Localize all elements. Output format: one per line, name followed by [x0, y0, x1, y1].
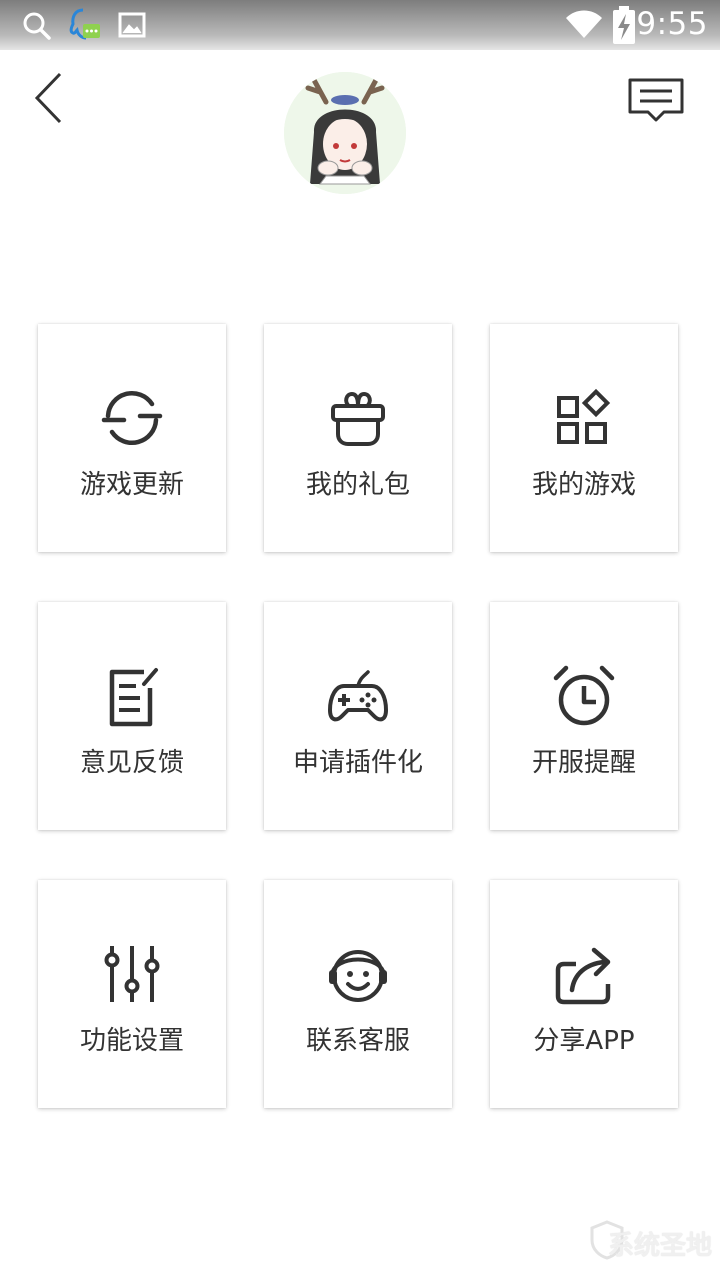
- user-avatar[interactable]: [284, 72, 406, 194]
- status-bar: 9:55: [0, 0, 720, 50]
- sliders-icon: [104, 946, 160, 1002]
- headset-icon: [329, 950, 387, 1002]
- feature-menu-grid: 游戏更新 我的礼包 我的游戏 意见反馈 申请插件化 开服提醒 功能设置 联系客服…: [38, 324, 682, 1108]
- message-button[interactable]: [624, 74, 688, 126]
- menu-item-label: 我的游戏: [531, 470, 636, 500]
- gamepad-icon: [328, 670, 388, 722]
- menu-item-label: 申请插件化: [292, 748, 423, 778]
- menu-item-share-app[interactable]: 分享APP: [490, 880, 678, 1108]
- message-icon: [628, 78, 684, 122]
- menu-item-apply-plugin[interactable]: 申请插件化: [264, 602, 452, 830]
- battery-charging-icon: [613, 6, 635, 44]
- menu-item-customer-service[interactable]: 联系客服: [264, 880, 452, 1108]
- menu-item-label: 分享APP: [533, 1026, 635, 1056]
- menu-item-label: 功能设置: [79, 1026, 184, 1056]
- wifi-icon: [566, 10, 602, 38]
- menu-item-label: 我的礼包: [305, 470, 410, 500]
- alarm-clock-icon: [553, 665, 615, 726]
- refresh-icon: [101, 390, 163, 446]
- qq-chat-icon: [69, 8, 100, 40]
- menu-item-game-update[interactable]: 游戏更新: [38, 324, 226, 552]
- share-icon: [555, 947, 611, 1005]
- feedback-edit-icon: [109, 668, 158, 727]
- menu-item-my-games[interactable]: 我的游戏: [490, 324, 678, 552]
- menu-item-label: 游戏更新: [79, 470, 184, 500]
- menu-item-label: 开服提醒: [531, 748, 636, 778]
- apps-icon: [557, 388, 611, 444]
- back-button[interactable]: [28, 70, 72, 126]
- menu-item-server-reminder[interactable]: 开服提醒: [490, 602, 678, 830]
- menu-item-feedback[interactable]: 意见反馈: [38, 602, 226, 830]
- image-icon: [118, 12, 146, 38]
- search-icon: [23, 12, 51, 40]
- gift-icon: [331, 392, 385, 446]
- chevron-left-icon: [34, 72, 62, 124]
- anime-avatar-image: [284, 72, 406, 194]
- watermark-text: 系统圣地: [607, 1231, 712, 1261]
- menu-item-label: 联系客服: [305, 1026, 410, 1056]
- menu-item-settings[interactable]: 功能设置: [38, 880, 226, 1108]
- menu-item-my-gifts[interactable]: 我的礼包: [264, 324, 452, 552]
- menu-item-label: 意见反馈: [79, 748, 184, 778]
- status-time: 9:55: [636, 6, 708, 42]
